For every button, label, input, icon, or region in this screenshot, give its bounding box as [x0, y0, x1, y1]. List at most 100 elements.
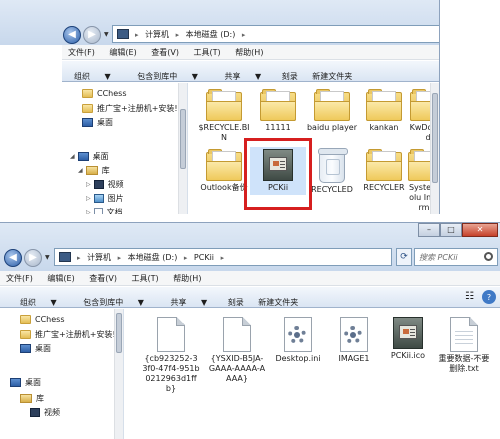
nav-label: 推广宝+注册机+安装! [97, 104, 178, 113]
nav-item-promo-folder[interactable]: 推广宝+注册机+安装! [82, 103, 178, 114]
breadcrumb-computer[interactable]: 计算机 [145, 30, 169, 39]
view-options-button[interactable]: ☷ [463, 287, 476, 306]
file-label: RECYCLER [363, 183, 405, 192]
menu-edit[interactable]: 编辑(E) [103, 45, 142, 60]
help-button[interactable]: ? [482, 290, 496, 304]
folder-icon [20, 315, 31, 324]
folder-icon [82, 104, 93, 113]
address-bar[interactable]: ▸ 计算机 ▸ 本地磁盘 (D:) ▸ [112, 25, 439, 43]
breadcrumb: ▸ 计算机 ▸ 本地磁盘 (D:) ▸ [135, 29, 249, 40]
command-bar: 组织 ▼ 包含到库中 ▼ 共享 ▼ 刻录 新建文件夹 [62, 61, 439, 82]
desktop-icon [82, 118, 93, 127]
menu-file[interactable]: 文件(F) [62, 45, 101, 60]
file-item[interactable]: $RECYCLE.BIN [196, 89, 252, 143]
chevron-right-icon: ▸ [135, 31, 139, 39]
scrollbar-thumb[interactable] [180, 109, 186, 169]
file-label: {YSXID-B5JA-GAAA-AAAA-AAAA} [208, 354, 266, 383]
window-controls: – □ ✕ [418, 223, 498, 237]
menu-view[interactable]: 查看(V) [83, 271, 123, 286]
address-bar[interactable]: ▸ 计算机 ▸ 本地磁盘 (D:) ▸ PCKii ▸ [54, 248, 392, 266]
menu-view[interactable]: 查看(V) [145, 45, 185, 60]
nav-item-desktop[interactable]: ◢ 桌面 [70, 151, 109, 162]
nav-item-cchess[interactable]: CChess [82, 89, 127, 98]
file-item[interactable]: 重要数据-不要删除.txt [436, 317, 492, 374]
file-label: baidu player [306, 123, 358, 132]
nav-label: 桌面 [97, 118, 113, 127]
file-item[interactable]: Desktop.ini [270, 317, 326, 364]
back-button[interactable]: ◀ [4, 249, 22, 267]
nav-item-desktop[interactable]: 桌面 [10, 377, 41, 388]
recent-pages-dropdown-icon[interactable]: ▼ [45, 254, 50, 261]
expand-arrow-icon[interactable]: ◢ [78, 167, 83, 174]
scrollbar-thumb[interactable] [116, 313, 122, 353]
nav-label: CChess [35, 315, 65, 324]
nav-item-desktop-shortcut[interactable]: 桌面 [20, 343, 51, 354]
navigation-pane: CChess 推广宝+注册机+安装! 桌面 ◢ 桌面 ◢ 库 ▷ 视频 ▷ 图片 ▷ 文档 [62, 83, 188, 214]
navigation-pane: CChess 推广宝+注册机+安装! 桌面 桌面 库 视频 [0, 309, 124, 439]
back-button[interactable]: ◀ [63, 26, 81, 44]
file-item[interactable]: IMAGE1 [326, 317, 382, 364]
nav-item-videos[interactable]: ▷ 视频 [86, 179, 124, 190]
chevron-right-icon: ▸ [241, 31, 246, 39]
nav-label: 文档 [106, 208, 123, 214]
nav-item-desktop-shortcut[interactable]: 桌面 [82, 117, 113, 128]
refresh-button[interactable]: ⟳ [396, 248, 412, 266]
search-placeholder: 搜索 PCKii [419, 253, 458, 262]
file-item-pckii-ico[interactable]: PCKii.ico [380, 317, 436, 361]
menu-tools[interactable]: 工具(T) [126, 271, 165, 286]
image-file-icon [340, 317, 368, 352]
menu-help[interactable]: 帮助(H) [167, 271, 207, 286]
nav-item-pictures[interactable]: ▷ 图片 [86, 193, 124, 204]
nav-item-cchess[interactable]: CChess [20, 315, 65, 324]
minimize-button[interactable]: – [418, 223, 440, 237]
search-input[interactable]: 搜索 PCKii [414, 248, 498, 266]
document-icon [223, 317, 251, 352]
nav-label: 库 [101, 166, 110, 175]
nav-scrollbar[interactable] [114, 309, 123, 439]
explorer-window-pckii: – □ ✕ ◀ ▶ ▼ ▸ 计算机 ▸ 本地磁盘 (D:) ▸ PCKii ▸ … [0, 222, 500, 439]
recent-pages-dropdown-icon[interactable]: ▼ [104, 31, 109, 38]
nav-item-libraries[interactable]: ◢ 库 [78, 165, 110, 176]
file-item[interactable]: {YSXID-B5JA-GAAA-AAAA-AAAA} [208, 317, 266, 384]
expand-arrow-icon[interactable]: ▷ [86, 181, 91, 188]
nav-item-libraries[interactable]: 库 [20, 393, 44, 404]
file-item[interactable]: kankan [356, 89, 412, 133]
breadcrumb-computer[interactable]: 计算机 [87, 253, 111, 262]
nav-label: 视频 [107, 180, 124, 189]
menu-bar: 文件(F) 编辑(E) 查看(V) 工具(T) 帮助(H) [0, 271, 500, 286]
scrollbar-thumb[interactable] [432, 93, 438, 183]
maximize-button[interactable]: □ [440, 223, 462, 237]
close-button[interactable]: ✕ [462, 223, 498, 237]
file-item[interactable]: 11111 [250, 89, 306, 133]
breadcrumb-pckii[interactable]: PCKii [194, 253, 214, 262]
nav-label: 桌面 [92, 152, 109, 161]
nav-label: 推广宝+注册机+安装! [35, 330, 116, 339]
file-view-scrollbar[interactable] [430, 83, 439, 214]
forward-button[interactable]: ▶ [24, 249, 42, 267]
menu-edit[interactable]: 编辑(E) [41, 271, 80, 286]
menu-help[interactable]: 帮助(H) [229, 45, 269, 60]
chevron-right-icon: ▸ [175, 31, 180, 39]
breadcrumb-drive-d[interactable]: 本地磁盘 (D:) [128, 253, 178, 262]
nav-item-videos[interactable]: 视频 [30, 407, 60, 418]
folder-icon [20, 330, 31, 339]
menu-tools[interactable]: 工具(T) [188, 45, 227, 60]
nav-scrollbar[interactable] [178, 83, 187, 214]
video-icon [30, 408, 40, 417]
file-item[interactable]: RECYCLED [304, 148, 360, 195]
file-item[interactable]: RECYCLER [356, 149, 412, 193]
forward-button[interactable]: ▶ [83, 26, 101, 44]
nav-item-promo-folder[interactable]: 推广宝+注册机+安装! [20, 329, 116, 340]
file-label: {cb923252-33f0-47f4-951b0212963d1ffb} [142, 354, 200, 393]
application-icon [393, 317, 423, 349]
folder-icon [314, 89, 350, 121]
nav-item-documents[interactable]: ▷ 文档 [86, 207, 123, 214]
file-item[interactable]: {cb923252-33f0-47f4-951b0212963d1ffb} [142, 317, 200, 394]
desktop-icon [10, 378, 21, 387]
expand-arrow-icon[interactable]: ▷ [86, 195, 91, 202]
expand-arrow-icon[interactable]: ▷ [86, 209, 91, 214]
breadcrumb-drive-d[interactable]: 本地磁盘 (D:) [186, 30, 236, 39]
menu-file[interactable]: 文件(F) [0, 271, 39, 286]
expand-arrow-icon[interactable]: ◢ [70, 153, 75, 160]
file-item[interactable]: baidu player [304, 89, 360, 133]
